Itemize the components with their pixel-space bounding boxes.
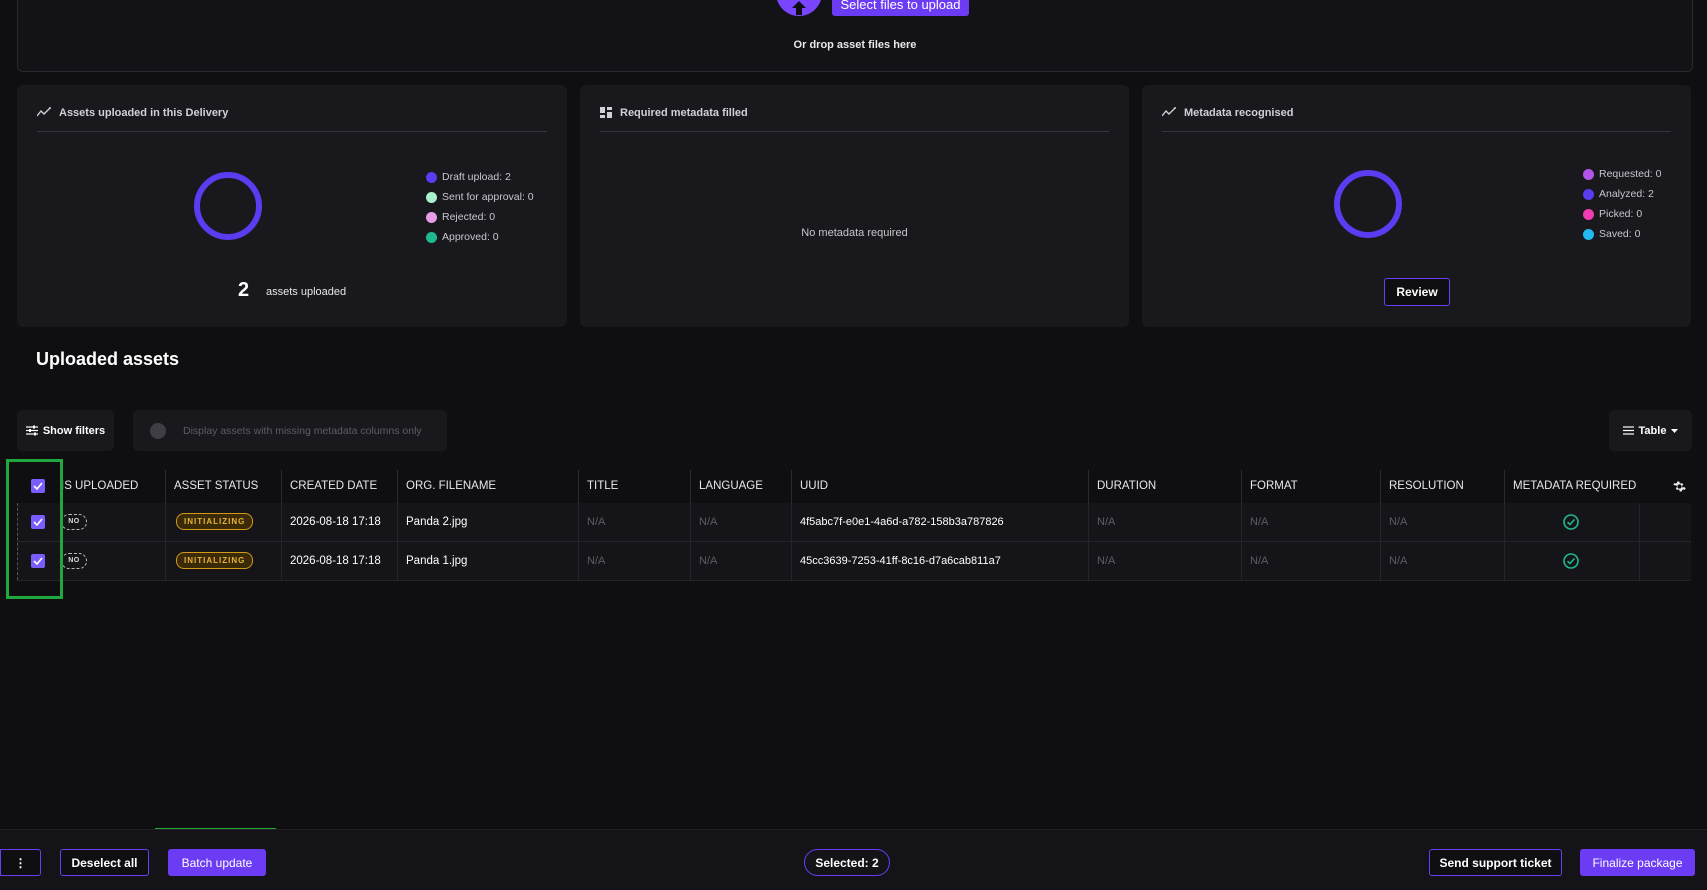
resolution-cell: N/A (1380, 503, 1504, 541)
check-circle-icon (1563, 514, 1579, 530)
toggle-knob[interactable] (150, 422, 166, 439)
language-cell: N/A (690, 542, 791, 580)
title-cell: N/A (578, 503, 690, 541)
no-metadata-text: No metadata required (801, 227, 908, 239)
column-header[interactable]: IS UPLOADED (56, 470, 165, 503)
sliders-icon (25, 425, 38, 436)
resolution-cell: N/A (1380, 542, 1504, 580)
column-header[interactable]: TITLE (578, 470, 690, 503)
row-actions-cell (1639, 503, 1691, 541)
row-actions-cell (1639, 542, 1691, 580)
section-title: Uploaded assets (36, 349, 180, 369)
upload-dropzone[interactable]: Select files to upload Or drop asset fil… (17, 0, 1693, 72)
trend-icon (37, 107, 51, 117)
metadata-required-cell (1504, 542, 1639, 580)
required-metadata-card: Required metadata filled No metadata req… (580, 85, 1129, 327)
send-support-ticket-button[interactable]: Send support ticket (1429, 849, 1562, 876)
filename-cell: Panda 2.jpg (397, 503, 578, 541)
footer-bar: ⋮ Deselect all Batch update Selected: 2 … (0, 829, 1707, 890)
legend-item: Picked: 0 (1583, 204, 1661, 224)
metadata-required-cell (1504, 503, 1639, 541)
table-row[interactable]: NO INITIALIZING 2026-08-18 17:18 Panda 1… (17, 542, 1691, 581)
table-row[interactable]: NO INITIALIZING 2026-08-18 17:18 Panda 2… (17, 503, 1691, 542)
check-circle-icon (1563, 553, 1579, 569)
column-header[interactable]: ORG. FILENAME (397, 470, 578, 503)
checkbox-column-highlight (6, 459, 63, 599)
assets-count-label: assets uploaded (266, 286, 347, 298)
batch-update-button[interactable]: Batch update (168, 849, 266, 876)
assets-uploaded-card: Assets uploaded in this Delivery Draft u… (17, 85, 567, 327)
assets-legend: Draft upload: 2 Sent for approval: 0 Rej… (426, 167, 534, 247)
dashboard-icon (600, 107, 612, 118)
created-date-cell: 2026-08-18 17:18 (281, 542, 397, 580)
is-uploaded-cell: NO (56, 503, 165, 541)
duration-cell: N/A (1088, 542, 1241, 580)
column-header[interactable]: RESOLUTION (1380, 470, 1504, 503)
deselect-all-button[interactable]: Deselect all (60, 849, 149, 876)
legend-dot (426, 171, 437, 183)
legend-item: Draft upload: 2 (426, 167, 534, 187)
title-cell: N/A (578, 542, 690, 580)
uuid-cell: 45cc3639-7253-41ff-8c16-d7a6cab811a7 (791, 542, 1088, 580)
uploaded-badge: NO (61, 513, 87, 530)
asset-status-cell: INITIALIZING (165, 503, 281, 541)
table-header: IS UPLOADED ASSET STATUS CREATED DATE OR… (17, 470, 1691, 503)
more-options-button[interactable]: ⋮ (0, 849, 41, 876)
legend-item: Saved: 0 (1583, 224, 1661, 244)
legend-dot (426, 231, 437, 243)
status-badge: INITIALIZING (176, 552, 254, 570)
legend-dot (426, 211, 437, 223)
trend-icon (1162, 107, 1176, 117)
review-button[interactable]: Review (1384, 278, 1450, 306)
column-header[interactable]: ASSET STATUS (165, 470, 281, 503)
drop-hint: Or drop asset files here (793, 39, 917, 51)
column-header[interactable]: DURATION (1088, 470, 1241, 503)
legend-dot (1583, 228, 1594, 240)
legend-item: Rejected: 0 (426, 207, 534, 227)
legend-item: Analyzed: 2 (1583, 184, 1661, 204)
metadata-donut-chart (1334, 170, 1402, 238)
uuid-cell: 4f5abc7f-e0e1-4a6d-a782-158b3a787826 (791, 503, 1088, 541)
selected-count-badge: Selected: 2 (804, 849, 890, 876)
is-uploaded-cell: NO (56, 542, 165, 580)
uploaded-badge: NO (61, 552, 87, 569)
view-mode-dropdown[interactable]: Table (1609, 410, 1692, 451)
legend-dot (426, 191, 437, 203)
column-header[interactable]: FORMAT (1241, 470, 1380, 503)
legend-item: Sent for approval: 0 (426, 187, 534, 207)
legend-dot (1583, 168, 1594, 180)
upload-cloud-icon[interactable] (776, 0, 822, 16)
list-icon (1622, 426, 1634, 435)
column-settings-gear-icon[interactable] (1673, 480, 1686, 493)
column-header[interactable]: CREATED DATE (281, 470, 397, 503)
format-cell: N/A (1241, 503, 1380, 541)
duration-cell: N/A (1088, 503, 1241, 541)
status-badge: INITIALIZING (176, 513, 254, 531)
legend-item: Requested: 0 (1583, 164, 1661, 184)
show-filters-button[interactable]: Show filters (17, 410, 114, 451)
assets-count: 2 (238, 279, 250, 301)
missing-metadata-toggle[interactable]: Display assets with missing metadata col… (133, 410, 447, 451)
asset-status-cell: INITIALIZING (165, 542, 281, 580)
column-header[interactable]: UUID (791, 470, 1088, 503)
caret-down-icon (1671, 428, 1679, 433)
format-cell: N/A (1241, 542, 1380, 580)
created-date-cell: 2026-08-18 17:18 (281, 503, 397, 541)
language-cell: N/A (690, 503, 791, 541)
legend-dot (1583, 208, 1594, 220)
column-header[interactable]: METADATA REQUIRED (1504, 470, 1639, 503)
legend-item: Approved: 0 (426, 227, 534, 247)
metadata-legend: Requested: 0 Analyzed: 2 Picked: 0 Saved… (1583, 164, 1661, 244)
card-title: Metadata recognised (1162, 107, 1671, 132)
finalize-package-button[interactable]: Finalize package (1580, 849, 1695, 876)
select-files-button[interactable]: Select files to upload (832, 0, 969, 16)
legend-dot (1583, 188, 1594, 200)
assets-donut-chart (194, 172, 262, 240)
card-title: Assets uploaded in this Delivery (37, 107, 547, 132)
card-title: Required metadata filled (600, 107, 1109, 132)
column-header[interactable]: LANGUAGE (690, 470, 791, 503)
filename-cell: Panda 1.jpg (397, 542, 578, 580)
